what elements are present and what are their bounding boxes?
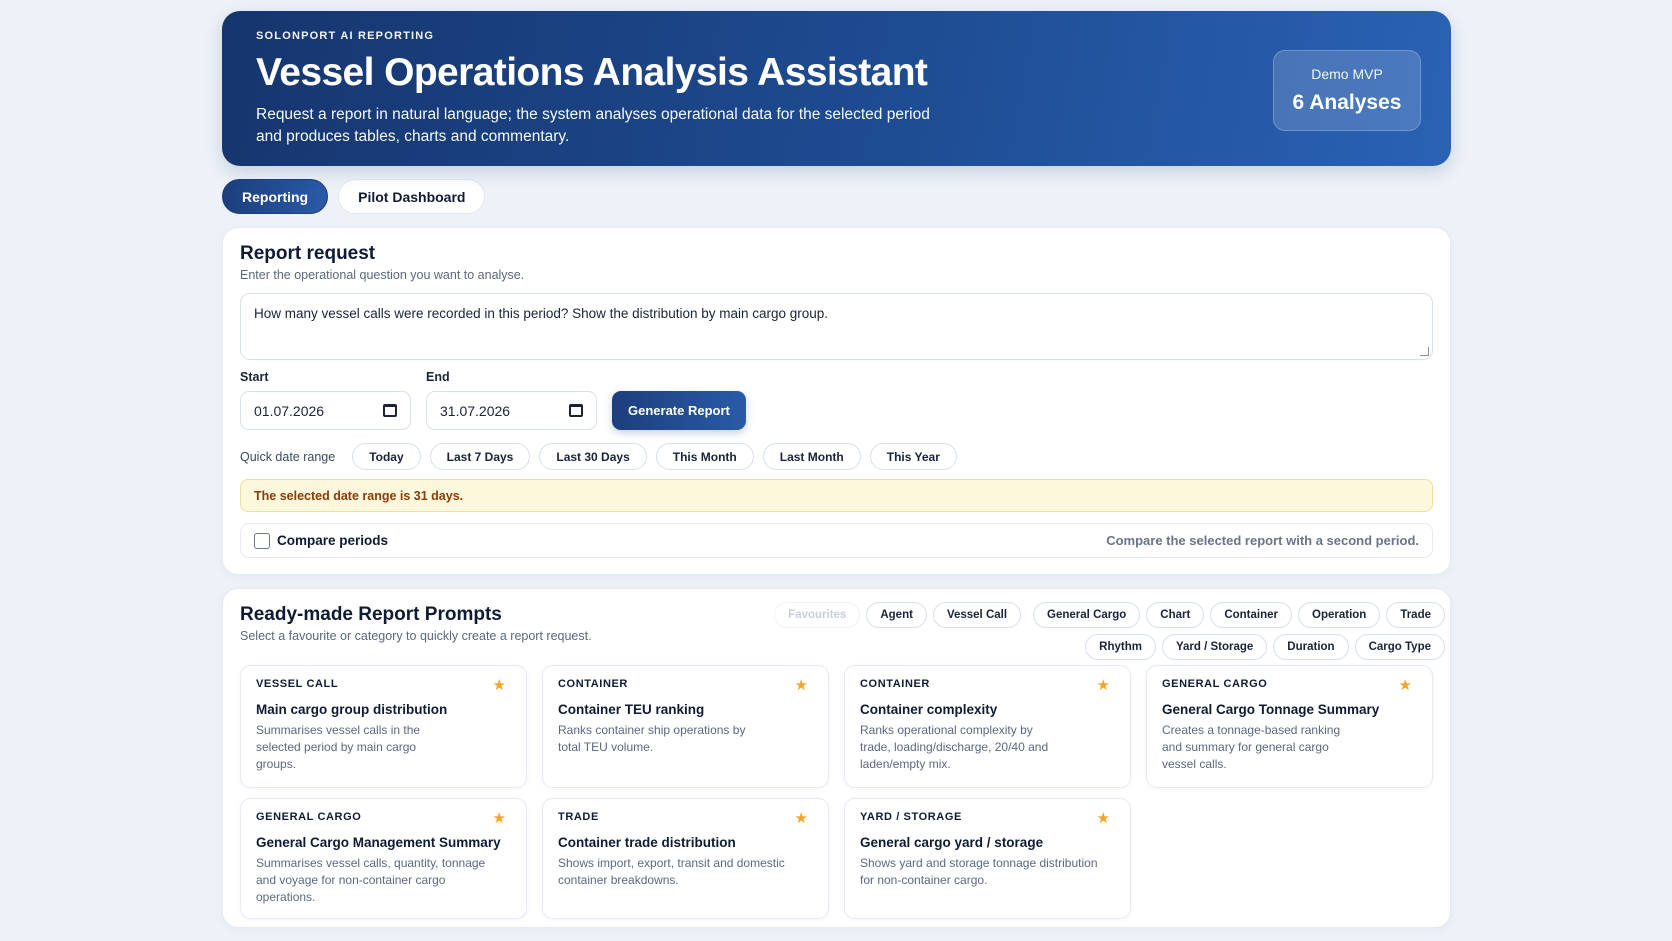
generate-report-button[interactable]: Generate Report [612, 391, 746, 430]
report-request-panel: Report request Enter the operational que… [222, 227, 1451, 575]
prompt-card[interactable]: CONTAINER ★ Container complexity Ranks o… [844, 665, 1131, 788]
prompt-card[interactable]: TRADE ★ Container trade distribution Sho… [542, 798, 829, 919]
category-container[interactable]: Container [1210, 602, 1292, 628]
report-prompts-panel: Ready-made Report Prompts Select a favou… [222, 588, 1451, 928]
category-vessel-call[interactable]: Vessel Call [932, 602, 1022, 628]
badge-value: 6 Analyses [1292, 91, 1402, 114]
star-icon[interactable]: ★ [795, 676, 808, 694]
prompt-card-tag: GENERAL CARGO [256, 811, 362, 823]
calendar-icon[interactable] [569, 404, 583, 417]
question-text: How many vessel calls were recorded in t… [254, 306, 829, 321]
start-date-label: Start [240, 370, 269, 384]
category-cargo-type[interactable]: Cargo Type [1354, 634, 1445, 660]
start-date-field: Start 01.07.2026 [240, 370, 411, 430]
prompt-card-description: Summarises vessel calls, quantity, tonna… [256, 856, 486, 904]
quick-date-range: Quick date range Today Last 7 Days Last … [240, 443, 1433, 470]
star-icon[interactable]: ★ [795, 809, 808, 827]
quick-range-this-year[interactable]: This Year [869, 443, 957, 470]
category-row: Favourites Agent Vessel Call General Car… [774, 602, 1445, 628]
prompt-card-title: Main cargo group distribution [256, 702, 448, 717]
category-chart[interactable]: Chart [1146, 602, 1205, 628]
category-duration[interactable]: Duration [1273, 634, 1349, 660]
prompt-card[interactable]: GENERAL CARGO ★ General Cargo Management… [240, 798, 527, 919]
prompt-card[interactable]: VESSEL CALL ★ Main cargo group distribut… [240, 665, 527, 788]
prompt-card-description: Shows yard and storage tonnage distribut… [860, 856, 1098, 887]
end-date-input[interactable]: 31.07.2026 [426, 391, 597, 430]
end-date-field: End 31.07.2026 [426, 370, 597, 430]
badge-label: Demo MVP [1311, 66, 1383, 82]
prompt-card-description: Creates a tonnage-based ranking and summ… [1162, 723, 1341, 771]
report-request-subtitle: Enter the operational question you want … [240, 268, 525, 282]
prompt-card-description: Shows import, export, transit and domest… [558, 856, 785, 887]
star-icon[interactable]: ★ [493, 809, 506, 827]
category-row: Rhythm Yard / Storage Duration Cargo Typ… [785, 634, 1445, 660]
star-icon[interactable]: ★ [1097, 809, 1110, 827]
compare-periods-label: Compare periods [277, 533, 389, 548]
date-range-notice: The selected date range is 31 days. [240, 479, 1433, 512]
prompt-card[interactable]: YARD / STORAGE ★ General cargo yard / st… [844, 798, 1131, 919]
hero-banner: SOLONPORT AI REPORTING Vessel Operations… [222, 11, 1451, 166]
page-title: Vessel Operations Analysis Assistant [256, 51, 928, 94]
question-textarea[interactable]: How many vessel calls were recorded in t… [240, 293, 1433, 360]
prompt-card-description: Summarises vessel calls in the selected … [256, 723, 421, 771]
compare-periods-hint: Compare the selected report with a secon… [1106, 533, 1419, 548]
tab-reporting[interactable]: Reporting [222, 179, 329, 214]
category-yard-storage[interactable]: Yard / Storage [1161, 634, 1268, 660]
prompt-card[interactable]: GENERAL CARGO ★ General Cargo Tonnage Su… [1146, 665, 1433, 788]
start-date-value: 01.07.2026 [254, 402, 325, 419]
category-rhythm[interactable]: Rhythm [1085, 634, 1156, 660]
prompt-card-tag: YARD / STORAGE [860, 811, 962, 823]
compare-periods-toggle[interactable]: Compare periods [254, 532, 389, 549]
quick-range-this-month[interactable]: This Month [655, 443, 754, 470]
prompt-card-tag: TRADE [558, 811, 599, 823]
app-root: SOLONPORT AI REPORTING Vessel Operations… [222, 11, 1451, 928]
prompt-card-title: General cargo yard / storage [860, 835, 1044, 850]
quick-range-last-month[interactable]: Last Month [762, 443, 861, 470]
prompt-card-title: General Cargo Management Summary [256, 835, 501, 850]
quick-range-last-30-days[interactable]: Last 30 Days [539, 443, 647, 470]
calendar-icon[interactable] [383, 404, 397, 417]
start-date-input[interactable]: 01.07.2026 [240, 391, 411, 430]
tab-pilot-dashboard[interactable]: Pilot Dashboard [338, 179, 486, 214]
category-favourites[interactable]: Favourites [774, 602, 861, 628]
prompt-card-tag: GENERAL CARGO [1162, 678, 1268, 690]
quick-range-label: Quick date range [240, 449, 336, 464]
quick-range-last-7-days[interactable]: Last 7 Days [429, 443, 531, 470]
end-date-label: End [426, 370, 450, 384]
quick-range-today[interactable]: Today [352, 443, 421, 470]
prompt-card-tag: CONTAINER [860, 678, 930, 690]
category-agent[interactable]: Agent [866, 602, 927, 628]
star-icon[interactable]: ★ [1097, 676, 1110, 694]
prompt-card[interactable]: CONTAINER ★ Container TEU ranking Ranks … [542, 665, 829, 788]
prompt-card-description: Ranks operational complexity by trade, l… [860, 723, 1049, 771]
page-description: Request a report in natural language; th… [256, 105, 930, 145]
prompt-card-description: Ranks container ship operations by total… [558, 723, 746, 754]
prompt-card-title: Container complexity [860, 702, 998, 717]
brand-eyebrow: SOLONPORT AI REPORTING [256, 30, 435, 42]
compare-periods-row: Compare periods Compare the selected rep… [240, 523, 1433, 558]
category-operation[interactable]: Operation [1298, 602, 1381, 628]
category-general-cargo[interactable]: General Cargo [1033, 602, 1141, 628]
prompt-card-tag: VESSEL CALL [256, 678, 339, 690]
star-icon[interactable]: ★ [1399, 676, 1412, 694]
resize-handle-icon[interactable] [1420, 347, 1429, 356]
category-trade[interactable]: Trade [1386, 602, 1445, 628]
end-date-value: 31.07.2026 [440, 402, 511, 419]
prompt-card-title: Container TEU ranking [558, 702, 705, 717]
analyses-badge: Demo MVP 6 Analyses [1273, 50, 1421, 131]
star-icon[interactable]: ★ [493, 676, 506, 694]
report-request-title: Report request [240, 243, 376, 264]
prompt-card-title: General Cargo Tonnage Summary [1162, 702, 1380, 717]
prompt-card-tag: CONTAINER [558, 678, 628, 690]
main-tabs: Reporting Pilot Dashboard [222, 179, 1451, 214]
prompt-card-title: Container trade distribution [558, 835, 736, 850]
date-controls: Start 01.07.2026 End 31.07.2026 Generate… [240, 370, 1433, 430]
compare-periods-checkbox[interactable] [254, 532, 270, 549]
category-filters: Favourites Agent Vessel Call General Car… [774, 602, 1445, 666]
prompt-cards-grid: VESSEL CALL ★ Main cargo group distribut… [240, 665, 1433, 919]
